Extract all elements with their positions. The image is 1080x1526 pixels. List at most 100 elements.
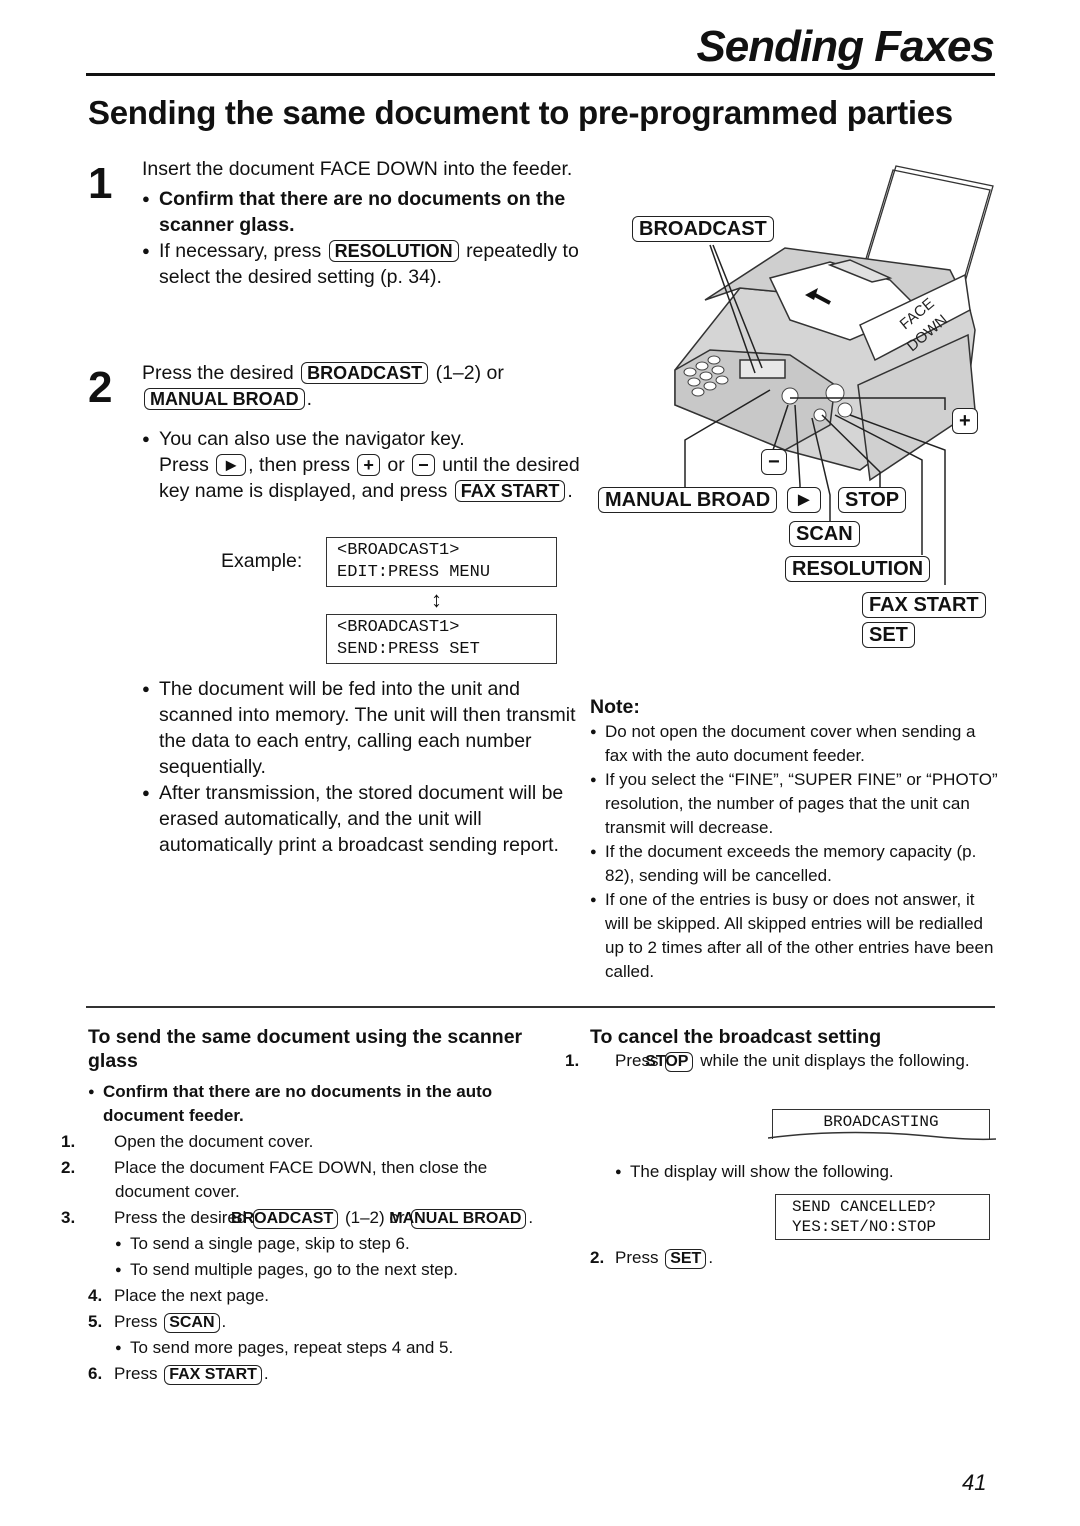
lcd-line: <BROADCAST1> [337, 541, 460, 560]
step-number: 1. [565, 1051, 580, 1070]
step-3-sub-bullet: To send a single page, skip to step 6. [115, 1232, 558, 1256]
play-key: ► [216, 454, 247, 476]
label-fax-start: FAX START [862, 592, 986, 618]
step-number: 2. [61, 1158, 76, 1177]
page-heading: Sending the same document to pre-program… [88, 94, 953, 131]
note-bullet: If you select the “FINE”, “SUPER FINE” o… [590, 768, 1000, 840]
note-section: Note: Do not open the document cover whe… [590, 694, 1000, 984]
set-key: SET [665, 1249, 707, 1269]
scanner-step-6: 6. Press FAX START. [88, 1362, 558, 1386]
step-end: . [263, 1364, 269, 1383]
step-1-number: 1 [88, 159, 113, 208]
scanner-step-3: 3. Press the desired BROADCAST (1–2) or M… [61, 1206, 558, 1230]
note-bullet: Do not open the document cover when send… [590, 720, 1000, 768]
step-text: Place the next page. [114, 1286, 270, 1305]
step-2-text: Press the desired BROADCAST (1–2) or MAN… [142, 360, 582, 412]
navigator-bullet: You can also use the navigator key. Pres… [142, 426, 582, 504]
minus-key: − [412, 454, 435, 476]
label-stop: STOP [838, 487, 907, 513]
nav-press: Press [159, 454, 209, 476]
step-2: Press the desired BROADCAST (1–2) or MAN… [142, 360, 582, 504]
label-broadcast: BROADCAST [632, 216, 774, 242]
cancel-step-1: 1. Press STOP while the unit displays the… [565, 1049, 1000, 1073]
result-bullet: The document will be fed into the unit a… [142, 676, 582, 780]
broadcast-key: BROADCAST [301, 362, 429, 384]
lcd-line: SEND:PRESS SET [337, 640, 480, 659]
lcd-example-1: <BROADCAST1> EDIT:PRESS MENU [326, 537, 557, 587]
note-bullet: If the document exceeds the memory capac… [590, 840, 1000, 888]
scanner-step-4: 4. Place the next page. [88, 1284, 558, 1308]
label-set: SET [862, 622, 915, 648]
label-plus: + [952, 408, 978, 434]
result-bullet: After transmission, the stored document … [142, 780, 582, 858]
step-text: Press [615, 1248, 659, 1267]
step-1: Insert the document FACE DOWN into the f… [142, 156, 582, 290]
step-2-end: . [306, 388, 313, 410]
note-title: Note: [590, 696, 640, 718]
cancel-step-2: 2. Press SET. [590, 1246, 713, 1270]
cancel-section: To cancel the broadcast setting 1. Press … [565, 1025, 1000, 1073]
step-1-resolution-bullet: If necessary, press RESOLUTION repeatedl… [142, 238, 582, 290]
stop-key: STOP [645, 1052, 694, 1072]
scanner-glass-heading: To send the same document using the scan… [88, 1026, 523, 1072]
step-2-results: The document will be fed into the unit a… [142, 676, 582, 858]
step-2-middle: (1–2) or [435, 362, 504, 384]
lcd-torn-edge [768, 1131, 997, 1141]
lcd-send-cancelled: SEND CANCELLED? YES:SET/NO:STOP [775, 1194, 990, 1240]
scanner-glass-section: To send the same document using the scan… [61, 1025, 558, 1386]
step-text: while the unit displays the following. [700, 1051, 970, 1070]
manual-broad-key: MANUAL BROAD [389, 1209, 527, 1229]
label-minus: − [761, 449, 787, 475]
cancel-bullet: The display will show the following. [615, 1160, 1080, 1184]
step-number: 6. [88, 1364, 103, 1383]
step-1-confirm-bullet: Confirm that there are no documents on t… [142, 186, 582, 238]
step-number: 3. [61, 1208, 76, 1227]
manual-broad-key: MANUAL BROAD [144, 388, 305, 410]
step-end: . [528, 1208, 534, 1227]
step-2-prefix: Press the desired [142, 362, 294, 384]
step-text: Press [114, 1364, 158, 1383]
step-1-text: Insert the document FACE DOWN into the f… [142, 158, 573, 180]
step-number: 5. [88, 1312, 103, 1331]
step-3-sub-bullet: To send multiple pages, go to the next s… [115, 1258, 558, 1282]
scanner-step-5: 5. Press SCAN. [88, 1310, 558, 1334]
lcd-line: EDIT:PRESS MENU [337, 563, 491, 582]
step-text: Press the desired [114, 1208, 247, 1227]
label-scan: SCAN [789, 521, 860, 547]
broadcast-key: BROADCAST [231, 1209, 339, 1229]
section-divider [86, 1006, 995, 1008]
label-play: ► [787, 487, 821, 513]
plus-key: + [357, 454, 380, 476]
step-text: Place the document FACE DOWN, then close… [114, 1158, 488, 1201]
resolution-key: RESOLUTION [328, 240, 459, 262]
toggle-arrow-icon: ↕ [431, 587, 442, 612]
nav-bullet-text: You can also use the navigator key. [159, 428, 465, 450]
step-5-sub-bullet: To send more pages, repeat steps 4 and 5… [115, 1336, 558, 1360]
header-rule [86, 73, 995, 76]
scanner-step-2: 2. Place the document FACE DOWN, then clo… [61, 1156, 558, 1204]
step-number: 4. [88, 1286, 103, 1305]
example-label: Example: [221, 550, 303, 572]
lcd-line: YES:SET/NO:STOP [792, 1218, 937, 1236]
step-end: . [221, 1312, 227, 1331]
step-text: Open the document cover. [114, 1132, 314, 1151]
cancel-heading: To cancel the broadcast setting [590, 1026, 882, 1048]
label-resolution: RESOLUTION [785, 556, 931, 582]
label-manual-broad: MANUAL BROAD [598, 487, 778, 513]
resolution-prefix: If necessary, press [159, 240, 322, 262]
nav-then: , then press [248, 454, 350, 476]
page-number: 41 [962, 1470, 987, 1495]
lcd-line: <BROADCAST1> [337, 618, 460, 637]
step-2-number: 2 [88, 363, 113, 412]
scan-key: SCAN [164, 1313, 220, 1333]
step-number: 2. [590, 1248, 605, 1267]
step-end: . [708, 1248, 714, 1267]
fax-start-key: FAX START [454, 480, 566, 502]
lcd-example-2: <BROADCAST1> SEND:PRESS SET [326, 614, 557, 664]
scanner-confirm-bullet: Confirm that there are no documents in t… [88, 1080, 558, 1128]
scanner-step-1: 1. Open the document cover. [61, 1130, 558, 1154]
lcd-line: SEND CANCELLED? [792, 1198, 937, 1216]
section-title: Sending Faxes [696, 22, 995, 71]
note-bullet: If one of the entries is busy or does no… [590, 888, 1000, 984]
nav-or: or [387, 454, 405, 476]
